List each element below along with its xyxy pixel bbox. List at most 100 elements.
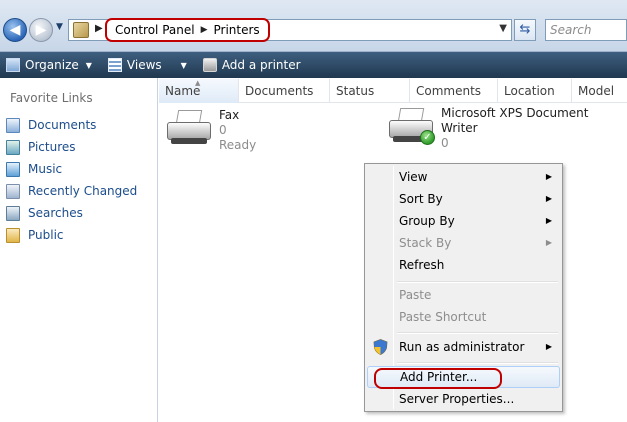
pictures-icon: [6, 139, 20, 155]
menu-item-stack-by: Stack By ▶: [367, 232, 560, 254]
submenu-arrow-icon: ▶: [545, 172, 552, 181]
menu-separator: [397, 332, 558, 334]
fav-link-recently-changed[interactable]: Recently Changed: [6, 180, 137, 202]
control-panel-icon: [73, 22, 89, 38]
menu-item-add-printer[interactable]: Add Printer...: [367, 366, 560, 389]
fav-link-music[interactable]: Music: [6, 158, 137, 180]
fav-link-label: Music: [28, 162, 63, 176]
sort-ascending-icon: ▲: [195, 79, 201, 87]
forward-button[interactable]: ▶: [29, 18, 53, 42]
column-header-label: Documents: [245, 84, 314, 98]
add-printer-button[interactable]: Add a printer: [197, 58, 311, 72]
search-input[interactable]: Search: [545, 19, 627, 41]
column-headers: ▲ Name Documents Status Comments Locatio…: [159, 79, 627, 103]
xps-printer-icon: ✓: [387, 106, 435, 146]
menu-separator: [397, 281, 558, 283]
organize-icon: [6, 58, 20, 72]
menu-item-group-by[interactable]: Group By ▶: [367, 210, 560, 232]
menu-item-label: Group By: [399, 214, 455, 228]
fav-link-label: Recently Changed: [28, 184, 138, 198]
fax-printer-icon: [165, 108, 213, 148]
address-bar-area: ◀ ▶ ▼ ▶ Control Panel ▶ Printers ▼ ⇆ Sea…: [0, 0, 627, 52]
menu-item-view[interactable]: View ▶: [367, 166, 560, 188]
menu-item-refresh[interactable]: Refresh: [367, 254, 560, 276]
menu-item-label: Stack By: [399, 236, 452, 250]
fav-link-label: Documents: [28, 118, 97, 132]
submenu-arrow-icon: ▶: [545, 194, 552, 203]
chevron-down-icon: ▼: [85, 60, 92, 70]
printer-documents-count: 0: [219, 123, 227, 137]
breadcrumb-arrow-icon[interactable]: ▶: [95, 23, 103, 34]
recent-pages-dropdown[interactable]: ▼: [56, 22, 63, 32]
address-dropdown-icon[interactable]: ▼: [499, 23, 507, 34]
menu-item-sort-by[interactable]: Sort By ▶: [367, 188, 560, 210]
navigation-pane: Favorite Links Documents Pictures Music …: [0, 78, 158, 422]
breadcrumb-separator-icon[interactable]: ▶: [201, 25, 208, 35]
fav-link-public[interactable]: Public: [6, 224, 137, 246]
menu-item-label: Refresh: [399, 258, 445, 272]
command-toolbar: Organize ▼ Views ▼ Add a printer: [0, 52, 627, 78]
views-label: Views: [126, 58, 162, 72]
organize-label: Organize: [25, 58, 79, 72]
fav-link-searches[interactable]: Searches: [6, 202, 137, 224]
printer-item-text: Fax 0 Ready: [219, 108, 256, 153]
printer-documents-count: 0: [441, 136, 449, 150]
views-button[interactable]: Views ▼: [102, 58, 197, 72]
uac-shield-icon: [373, 339, 388, 355]
back-button[interactable]: ◀: [3, 18, 27, 42]
menu-item-label: Server Properties...: [399, 392, 515, 406]
column-header-label: Model: [578, 84, 615, 98]
menu-item-label: View: [399, 170, 428, 184]
chevron-down-icon: ▼: [180, 60, 187, 70]
printer-item-xps[interactable]: ✓ Microsoft XPS Document Writer 0: [387, 106, 591, 151]
menu-item-server-properties[interactable]: Server Properties...: [367, 388, 560, 410]
music-icon: [6, 161, 20, 177]
public-folder-icon: [6, 227, 20, 243]
menu-item-label: Paste Shortcut: [399, 310, 487, 324]
menu-item-label: Run as administrator: [399, 340, 525, 354]
fav-link-label: Public: [28, 228, 64, 242]
printer-status: Ready: [219, 138, 257, 152]
menu-separator: [397, 362, 558, 364]
menu-item-run-as-administrator[interactable]: Run as administrator ▶: [367, 336, 560, 358]
default-printer-check-icon: ✓: [420, 130, 435, 145]
menu-item-label: Paste: [399, 288, 432, 302]
column-header-model[interactable]: Model: [572, 79, 627, 103]
column-header-status[interactable]: Status: [330, 79, 410, 103]
printer-item-text: Microsoft XPS Document Writer 0: [441, 106, 591, 151]
address-field[interactable]: ▶ Control Panel ▶ Printers ▼: [68, 18, 512, 42]
views-icon: [107, 58, 122, 72]
organize-button[interactable]: Organize ▼: [0, 58, 102, 72]
fav-link-pictures[interactable]: Pictures: [6, 136, 137, 158]
fav-link-label: Searches: [28, 206, 83, 220]
column-header-name[interactable]: ▲ Name: [159, 79, 239, 103]
recently-changed-icon: [6, 183, 20, 199]
submenu-arrow-icon: ▶: [545, 216, 552, 225]
submenu-arrow-icon: ▶: [545, 342, 552, 351]
refresh-button[interactable]: ⇆: [514, 19, 536, 41]
fav-link-documents[interactable]: Documents: [6, 114, 137, 136]
column-header-label: Location: [504, 84, 555, 98]
submenu-arrow-icon: ▶: [545, 238, 552, 247]
fav-link-label: Pictures: [28, 140, 76, 154]
printer-name: Microsoft XPS Document Writer: [441, 106, 589, 135]
column-header-comments[interactable]: Comments: [410, 79, 498, 103]
context-menu: View ▶ Sort By ▶ Group By ▶ Stack By ▶ R…: [364, 163, 563, 412]
add-printer-label: Add a printer: [221, 58, 301, 72]
menu-item-paste: Paste: [367, 284, 560, 306]
printer-name: Fax: [219, 108, 240, 122]
breadcrumb-control-panel[interactable]: Control Panel: [115, 23, 195, 37]
favorite-links-title: Favorite Links: [10, 91, 93, 105]
favorite-links-list: Documents Pictures Music Recently Change…: [6, 114, 137, 246]
column-header-documents[interactable]: Documents: [239, 79, 330, 103]
annotation-highlight-ring: [374, 368, 502, 389]
breadcrumb-printers[interactable]: Printers: [214, 23, 260, 37]
column-header-location[interactable]: Location: [498, 79, 572, 103]
printer-item-fax[interactable]: Fax 0 Ready: [165, 108, 256, 153]
column-header-label: Comments: [416, 84, 482, 98]
column-header-label: Status: [336, 84, 375, 98]
searches-icon: [6, 205, 20, 221]
documents-icon: [6, 117, 20, 133]
add-printer-icon: [202, 58, 217, 72]
menu-item-paste-shortcut: Paste Shortcut: [367, 306, 560, 328]
